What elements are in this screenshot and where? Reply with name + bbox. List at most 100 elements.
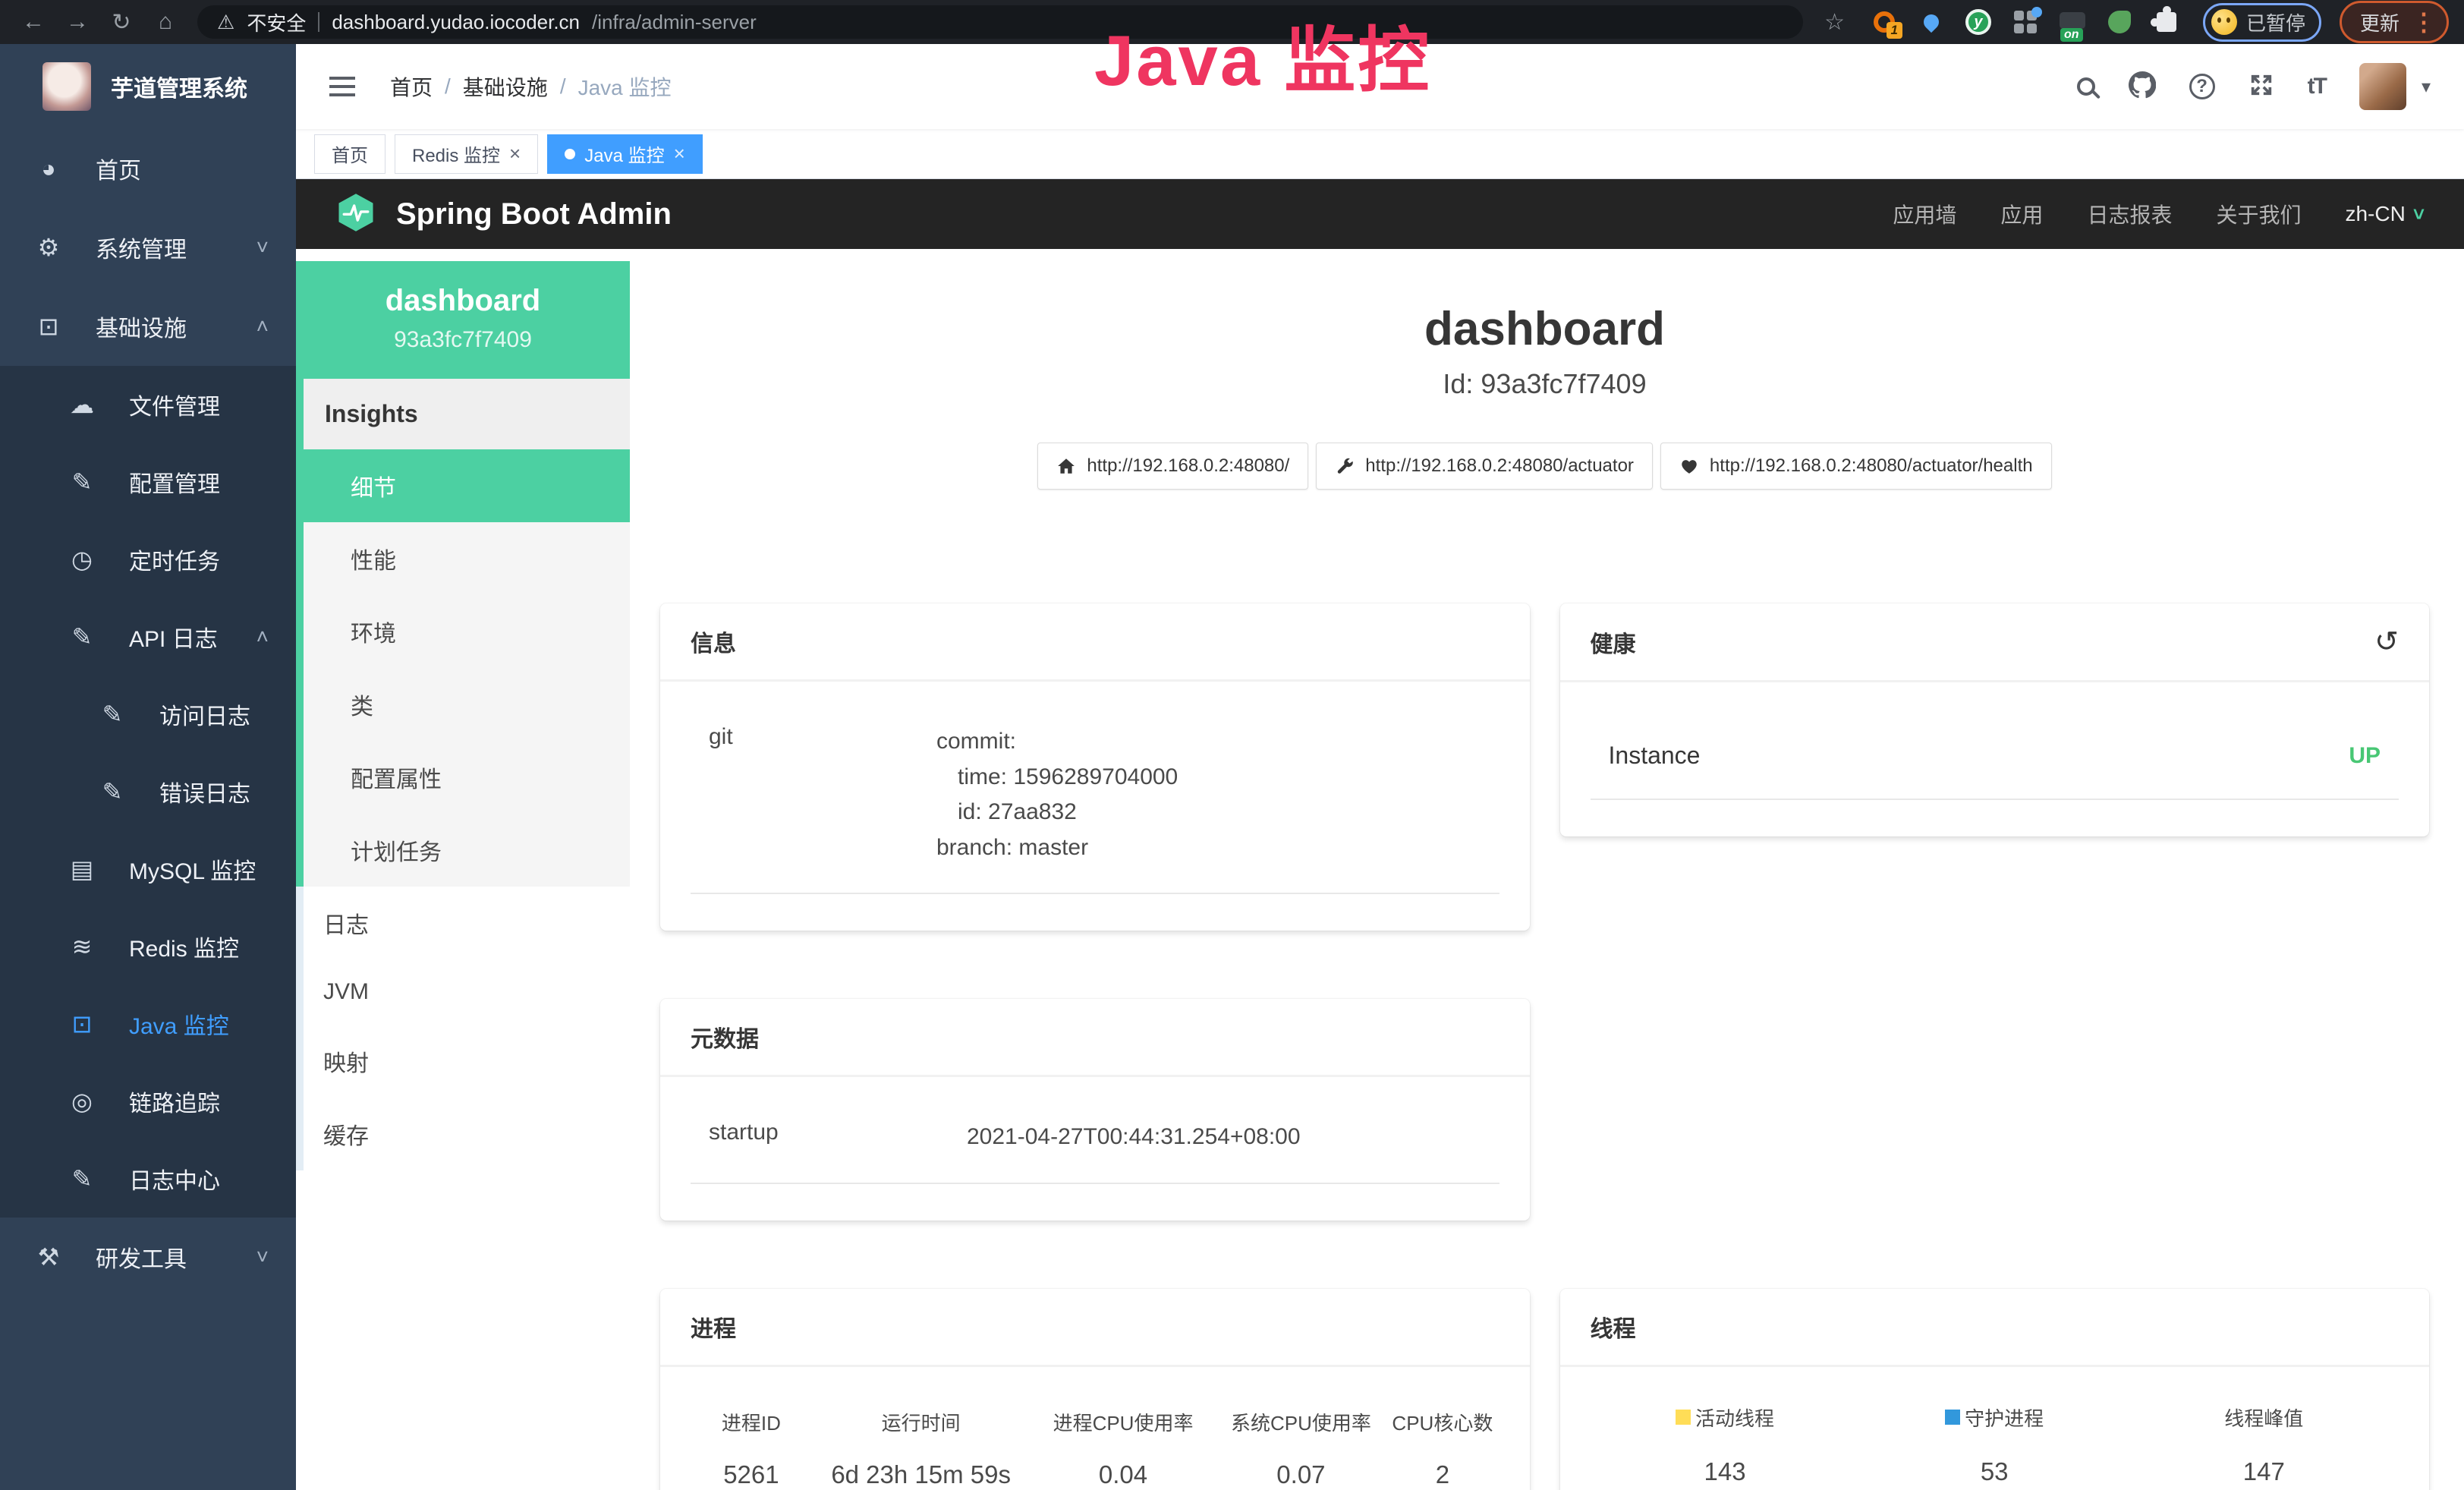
search-icon[interactable] <box>2077 77 2095 96</box>
tab-redis-monitor[interactable]: Redis 监控 × <box>395 134 538 174</box>
update-button[interactable]: 更新 <box>2360 8 2399 36</box>
sba-nav-wallboard[interactable]: 应用墙 <box>1893 199 1956 229</box>
sba-menu-scheduled-tasks[interactable]: 计划任务 <box>304 814 630 887</box>
sba-language-select[interactable]: zh-CN ˅ <box>2345 202 2425 226</box>
url-host: dashboard.yudao.iocoder.cn <box>332 11 580 34</box>
sba-nav-about[interactable]: 关于我们 <box>2216 199 2301 229</box>
process-id-value: 5261 <box>691 1460 812 1489</box>
close-icon[interactable]: × <box>509 142 521 165</box>
sba-menu-details[interactable]: 细节 <box>304 449 630 522</box>
sidebar-item-home[interactable]: ◕ 首页 <box>0 129 296 208</box>
sidebar-item-error-logs[interactable]: ✎ 错误日志 <box>0 753 296 830</box>
pin-extension-icon[interactable] <box>1918 8 1945 36</box>
close-icon[interactable]: × <box>674 142 685 165</box>
sba-brand[interactable]: Spring Boot Admin <box>335 192 672 237</box>
instance-name: dashboard <box>304 284 622 318</box>
health-url-link[interactable]: http://192.168.0.2:48080/actuator/health <box>1660 443 2052 490</box>
wrench-icon <box>1335 456 1355 476</box>
sidebar-item-mysql-monitor[interactable]: ▤ MySQL 监控 <box>0 830 296 908</box>
sidebar-item-java-monitor[interactable]: ⊡ Java 监控 <box>0 985 296 1063</box>
sidebar-item-api-logs[interactable]: ✎ API 日志 ˄ <box>0 598 296 676</box>
app-logo-row[interactable]: 芋道管理系统 <box>0 44 296 129</box>
font-size-icon[interactable]: tT <box>2308 74 2326 99</box>
monitor-icon: ⊡ <box>30 312 67 341</box>
breadcrumb-home[interactable]: 首页 <box>390 71 433 102</box>
sba-menu-metrics[interactable]: 性能 <box>304 522 630 595</box>
refresh-extension-icon[interactable]: 1 <box>1871 8 1898 36</box>
chevron-down-icon: ˅ <box>2413 203 2425 226</box>
hamburger-icon[interactable] <box>329 71 360 102</box>
health-instance-label: Instance <box>1609 742 1701 770</box>
on-badge: on <box>2060 28 2083 42</box>
health-instance-row[interactable]: Instance UP <box>1591 722 2399 800</box>
metadata-startup-row: startup 2021-04-27T00:44:31.254+08:00 <box>691 1106 1499 1184</box>
admin-sidebar: 芋道管理系统 ◕ 首页 ⚙ 系统管理 ˅ ⊡ 基础设施 ˄ ☁ 文件管理 ✎ 配… <box>0 44 296 1490</box>
system-cpu-value: 0.07 <box>1216 1460 1386 1489</box>
sba-menu-caches[interactable]: 缓存 <box>304 1098 630 1170</box>
gear-icon: ⚙ <box>30 233 67 262</box>
sba-menu-config-props[interactable]: 配置属性 <box>304 741 630 814</box>
daemon-threads-swatch <box>1945 1410 1960 1425</box>
process-card: 进程 进程ID5261 运行时间6d 23h 15m 59s 进程CPU使用率0… <box>660 1289 1530 1490</box>
sba-menu-mappings[interactable]: 映射 <box>304 1025 630 1098</box>
history-icon[interactable]: ↺ <box>2374 625 2399 659</box>
info-git-row: git commit: time: 1596289704000 id: 27aa… <box>691 710 1499 894</box>
instance-header[interactable]: dashboard 93a3fc7f7409 <box>296 261 630 379</box>
active-threads-value: 143 <box>1591 1457 1860 1486</box>
log-icon: ✎ <box>64 622 100 651</box>
service-url-link[interactable]: http://192.168.0.2:48080/ <box>1037 443 1308 490</box>
sba-menu-environment[interactable]: 环境 <box>304 595 630 668</box>
sidebar-item-file-management[interactable]: ☁ 文件管理 <box>0 366 296 443</box>
reload-icon[interactable]: ↻ <box>103 9 140 36</box>
sidebar-item-redis-monitor[interactable]: ≋ Redis 监控 <box>0 908 296 985</box>
sidebar-item-scheduled-jobs[interactable]: ◷ 定时任务 <box>0 521 296 598</box>
status-badge: UP <box>2349 743 2381 769</box>
avatar[interactable] <box>2359 63 2406 110</box>
on-extension-icon[interactable]: on <box>2059 8 2086 36</box>
sba-menu-classes[interactable]: 类 <box>304 668 630 741</box>
address-bar[interactable]: ⚠ 不安全 dashboard.yudao.iocoder.cn /infra/… <box>197 5 1803 39</box>
page-title: dashboard <box>660 302 2429 356</box>
breadcrumb-infrastructure[interactable]: 基础设施 <box>463 71 548 102</box>
sba-root-menu: 日志 JVM 映射 缓存 <box>296 887 630 1170</box>
tab-java-monitor[interactable]: Java 监控 × <box>547 134 703 174</box>
puzzle-extensions-icon[interactable] <box>2153 8 2180 36</box>
profile-paused-chip[interactable]: 已暂停 <box>2203 3 2321 42</box>
forward-icon[interactable]: → <box>59 9 96 35</box>
sidebar-item-infrastructure[interactable]: ⊡ 基础设施 ˄ <box>0 287 296 366</box>
sidebar-item-config-management[interactable]: ✎ 配置管理 <box>0 443 296 521</box>
leaf-extension-icon[interactable] <box>2106 8 2133 36</box>
info-key: git <box>709 724 936 865</box>
sba-header: Spring Boot Admin 应用墙 应用 日志报表 关于我们 zh-CN… <box>296 179 2464 249</box>
sba-menu-logs[interactable]: 日志 <box>304 887 630 959</box>
home-icon[interactable]: ⌂ <box>147 9 184 35</box>
github-icon[interactable] <box>2129 71 2156 102</box>
sba-nav-journal[interactable]: 日志报表 <box>2087 199 2172 229</box>
fullscreen-icon[interactable] <box>2248 72 2274 102</box>
monitor-icon: ⊡ <box>64 1010 100 1038</box>
help-icon[interactable]: ? <box>2189 74 2215 99</box>
browser-menu-icon[interactable]: ⋮ <box>2412 8 2436 36</box>
insights-section-title: Insights <box>304 379 630 449</box>
tab-home[interactable]: 首页 <box>314 134 385 174</box>
y-extension-icon[interactable]: y <box>1965 8 1992 36</box>
sidebar-item-tracing[interactable]: ◎ 链路追踪 <box>0 1063 296 1140</box>
url-divider <box>318 12 319 32</box>
sidebar-item-log-center[interactable]: ✎ 日志中心 <box>0 1140 296 1218</box>
profile-chip-label: 已暂停 <box>2246 8 2305 36</box>
grid-extension-icon[interactable] <box>2012 8 2039 36</box>
home-icon <box>1056 456 1076 476</box>
sba-menu-jvm[interactable]: JVM <box>304 959 630 1025</box>
back-icon[interactable]: ← <box>15 9 52 35</box>
caret-down-icon[interactable]: ▾ <box>2422 76 2431 98</box>
sidebar-item-system[interactable]: ⚙ 系统管理 ˅ <box>0 208 296 287</box>
active-dot <box>565 149 575 159</box>
actuator-url-link[interactable]: http://192.168.0.2:48080/actuator <box>1316 443 1653 490</box>
bookmark-star-icon[interactable]: ☆ <box>1824 9 1845 36</box>
sidebar-item-dev-tools[interactable]: ⚒ 研发工具 ˅ <box>0 1218 296 1296</box>
sidebar-item-access-logs[interactable]: ✎ 访问日志 <box>0 676 296 753</box>
log-icon: ✎ <box>64 1164 100 1193</box>
sba-nav-applications[interactable]: 应用 <box>2000 199 2043 229</box>
not-secure-warning-icon[interactable]: ⚠ <box>217 11 234 34</box>
sba-instance-sidebar: dashboard 93a3fc7f7409 Insights 细节 性能 环境… <box>296 249 630 1490</box>
